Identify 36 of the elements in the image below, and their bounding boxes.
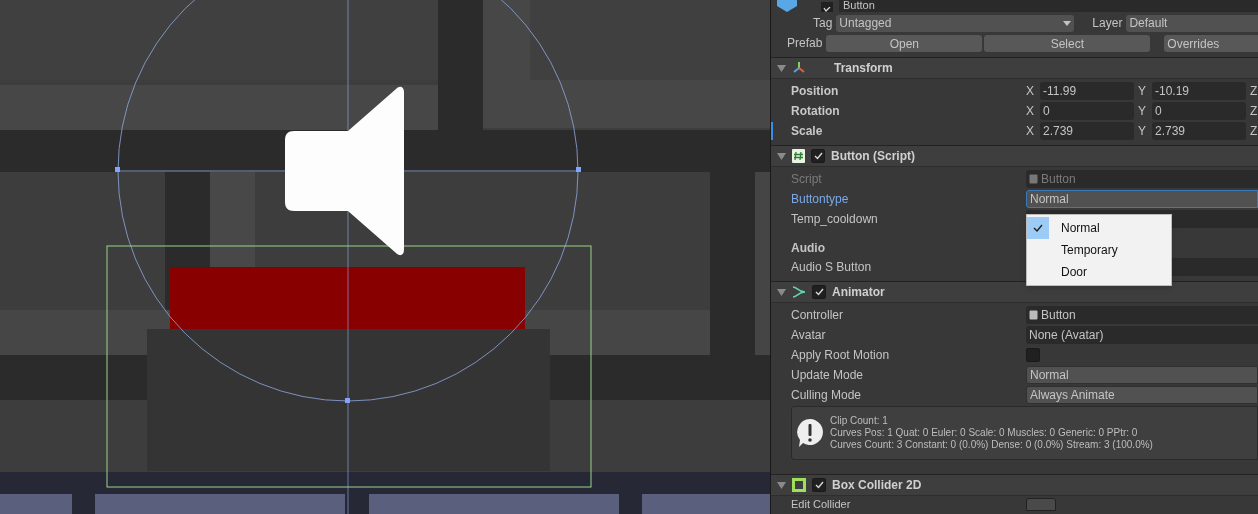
option-label: Temporary (1061, 242, 1118, 259)
section-heading: Audio (791, 240, 825, 257)
axis-label: Z (1250, 83, 1258, 100)
component-title: Animator (832, 284, 885, 301)
tag-label: Tag (813, 15, 833, 32)
component-title: Button (Script) (831, 148, 915, 165)
field-label: Apply Root Motion (791, 347, 891, 364)
layer-label: Layer (1092, 15, 1123, 32)
axis-label: Y (1138, 83, 1147, 100)
axis-label: Z (1250, 103, 1258, 120)
axis-label: X (1026, 83, 1035, 100)
field-label: Buttontype (791, 191, 850, 208)
component-title: Transform (834, 60, 893, 77)
info-text: Curves Pos: 1 Quat: 0 Euler: 0 Scale: 0 Muscles: 0 Generic: 0 PPtr: 0 (830, 427, 1139, 439)
axis-label: Y (1138, 123, 1147, 140)
field-label: Position (791, 83, 840, 100)
axis-label: Y (1138, 103, 1147, 120)
option-label: Normal (1061, 220, 1100, 237)
field-label: Culling Mode (791, 387, 863, 404)
field-label: Edit Collider (791, 498, 852, 510)
field-label: Script (791, 171, 823, 188)
field-label: Rotation (791, 103, 841, 120)
axis-label: X (1026, 103, 1035, 120)
field-label: Avatar (791, 327, 827, 344)
axis-label: X (1026, 123, 1035, 140)
axis-label: Z (1250, 123, 1258, 140)
field-label: Temp_cooldown (791, 211, 879, 228)
option-label: Door (1061, 264, 1087, 281)
field-label: Controller (791, 307, 845, 324)
info-text: Clip Count: 1 (830, 415, 889, 427)
prefab-label: Prefab (787, 35, 823, 52)
field-label: Scale (791, 123, 824, 140)
field-label: Update Mode (791, 367, 865, 384)
component-title: Box Collider 2D (832, 477, 922, 494)
field-label: Audio S Button (791, 259, 873, 276)
info-text: Curves Count: 3 Constant: 0 (0.0%) Dense: 0 (0.0%) Stream: 3 (100.0%) (830, 439, 1153, 451)
